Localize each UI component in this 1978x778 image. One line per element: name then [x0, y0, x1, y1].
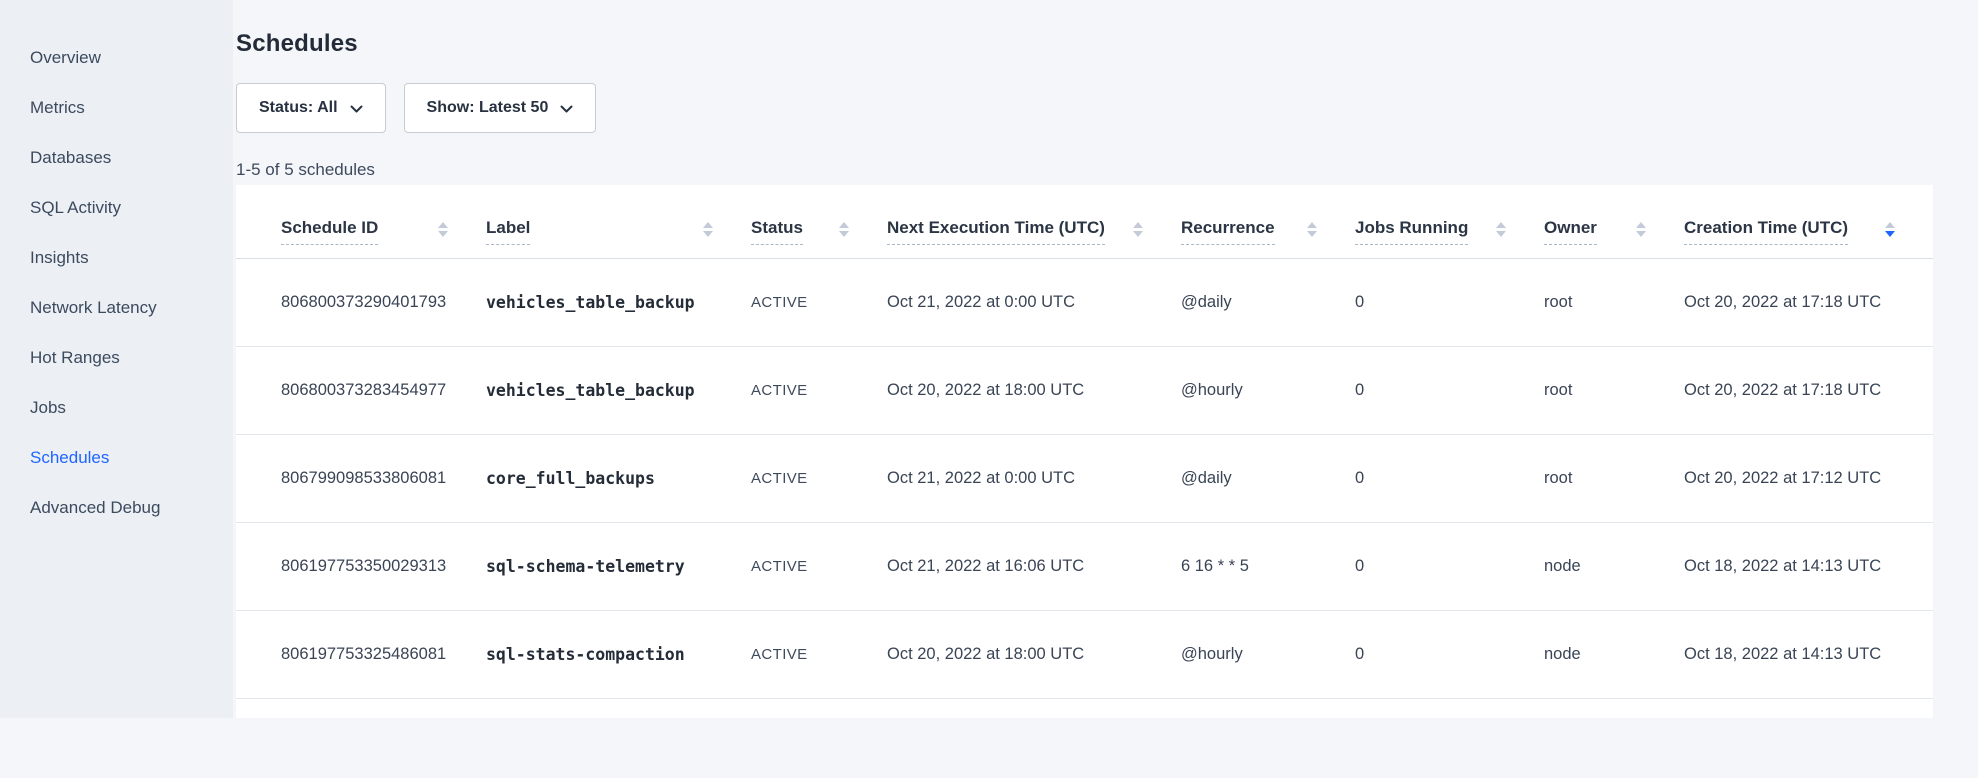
cell-status: ACTIVE — [751, 258, 887, 346]
table-row: 806197753350029313 sql-schema-telemetry … — [236, 522, 1933, 610]
cell-creation-time: Oct 20, 2022 at 17:12 UTC — [1684, 434, 1933, 522]
cell-schedule-id: 806799098533806081 — [236, 434, 486, 522]
sidebar-item-jobs[interactable]: Jobs — [0, 383, 233, 433]
cell-jobs-running: 0 — [1355, 258, 1544, 346]
status-filter-dropdown[interactable]: Status: All — [236, 83, 386, 133]
sort-icon[interactable] — [1636, 222, 1646, 245]
show-filter-dropdown[interactable]: Show: Latest 50 — [404, 83, 597, 133]
status-filter-label: Status: All — [259, 99, 338, 117]
sort-icon[interactable] — [1496, 222, 1506, 245]
sort-icon[interactable] — [703, 222, 713, 245]
column-header-status[interactable]: Status — [751, 185, 887, 258]
chevron-down-icon — [560, 100, 573, 118]
cell-next-execution: Oct 21, 2022 at 0:00 UTC — [887, 258, 1181, 346]
filter-bar: Status: All Show: Latest 50 — [236, 83, 596, 133]
table-row: 806800373290401793 vehicles_table_backup… — [236, 258, 1933, 346]
cell-schedule-id: 806197753325486081 — [236, 610, 486, 698]
cell-recurrence: @hourly — [1181, 610, 1355, 698]
sidebar-item-insights[interactable]: Insights — [0, 233, 233, 283]
cell-creation-time: Oct 18, 2022 at 14:13 UTC — [1684, 610, 1933, 698]
schedules-table-card: Schedule ID Label Status — [236, 185, 1933, 718]
sort-icon[interactable] — [438, 222, 448, 245]
cell-status: ACTIVE — [751, 610, 887, 698]
sidebar: Overview Metrics Databases SQL Activity … — [0, 0, 233, 718]
show-filter-label: Show: Latest 50 — [427, 99, 549, 117]
column-header-jobs-running[interactable]: Jobs Running — [1355, 185, 1544, 258]
sidebar-item-databases[interactable]: Databases — [0, 133, 233, 183]
sidebar-item-advanced-debug[interactable]: Advanced Debug — [0, 483, 233, 533]
page-title: Schedules — [236, 30, 1933, 58]
cell-next-execution: Oct 20, 2022 at 18:00 UTC — [887, 610, 1181, 698]
sidebar-item-network-latency[interactable]: Network Latency — [0, 283, 233, 333]
cell-label: vehicles_table_backup — [486, 258, 751, 346]
column-header-label[interactable]: Label — [486, 185, 751, 258]
cell-recurrence: @hourly — [1181, 346, 1355, 434]
cell-owner: root — [1544, 346, 1684, 434]
cell-label: vehicles_table_backup — [486, 346, 751, 434]
cell-next-execution: Oct 20, 2022 at 18:00 UTC — [887, 346, 1181, 434]
results-count: 1-5 of 5 schedules — [236, 160, 375, 180]
cell-next-execution: Oct 21, 2022 at 16:06 UTC — [887, 522, 1181, 610]
cell-status: ACTIVE — [751, 522, 887, 610]
cell-recurrence: @daily — [1181, 434, 1355, 522]
cell-label: sql-stats-compaction — [486, 610, 751, 698]
cell-jobs-running: 0 — [1355, 346, 1544, 434]
cell-owner: node — [1544, 610, 1684, 698]
table-row: 806197753325486081 sql-stats-compaction … — [236, 610, 1933, 698]
cell-owner: root — [1544, 258, 1684, 346]
cell-schedule-id: 806800373283454977 — [236, 346, 486, 434]
cell-jobs-running: 0 — [1355, 610, 1544, 698]
column-header-schedule-id[interactable]: Schedule ID — [236, 185, 486, 258]
sort-icon-active-desc[interactable] — [1885, 222, 1895, 245]
cell-schedule-id: 806197753350029313 — [236, 522, 486, 610]
sidebar-item-schedules[interactable]: Schedules — [0, 433, 233, 483]
cell-creation-time: Oct 18, 2022 at 14:13 UTC — [1684, 522, 1933, 610]
cell-recurrence: 6 16 * * 5 — [1181, 522, 1355, 610]
cell-jobs-running: 0 — [1355, 522, 1544, 610]
sort-icon[interactable] — [1307, 222, 1317, 245]
table-row: 806799098533806081 core_full_backups ACT… — [236, 434, 1933, 522]
cell-jobs-running: 0 — [1355, 434, 1544, 522]
table-header-row: Schedule ID Label Status — [236, 185, 1933, 258]
sort-icon[interactable] — [839, 222, 849, 245]
column-header-creation-time[interactable]: Creation Time (UTC) — [1684, 185, 1933, 258]
sidebar-nav: Overview Metrics Databases SQL Activity … — [0, 33, 233, 533]
column-header-owner[interactable]: Owner — [1544, 185, 1684, 258]
column-header-next-execution-time[interactable]: Next Execution Time (UTC) — [887, 185, 1181, 258]
cell-next-execution: Oct 21, 2022 at 0:00 UTC — [887, 434, 1181, 522]
cell-label: sql-schema-telemetry — [486, 522, 751, 610]
table-row: 806800373283454977 vehicles_table_backup… — [236, 346, 1933, 434]
cell-recurrence: @daily — [1181, 258, 1355, 346]
sidebar-item-overview[interactable]: Overview — [0, 33, 233, 83]
cell-status: ACTIVE — [751, 434, 887, 522]
cell-status: ACTIVE — [751, 346, 887, 434]
cell-creation-time: Oct 20, 2022 at 17:18 UTC — [1684, 346, 1933, 434]
sidebar-item-metrics[interactable]: Metrics — [0, 83, 233, 133]
cell-owner: node — [1544, 522, 1684, 610]
cell-schedule-id: 806800373290401793 — [236, 258, 486, 346]
chevron-down-icon — [350, 100, 363, 118]
main-content: Schedules Status: All Show: Latest 50 1-… — [236, 0, 1933, 58]
cell-creation-time: Oct 20, 2022 at 17:18 UTC — [1684, 258, 1933, 346]
cell-owner: root — [1544, 434, 1684, 522]
schedules-table: Schedule ID Label Status — [236, 185, 1933, 699]
sidebar-item-hot-ranges[interactable]: Hot Ranges — [0, 333, 233, 383]
cell-label: core_full_backups — [486, 434, 751, 522]
sort-icon[interactable] — [1133, 222, 1143, 245]
sidebar-item-sql-activity[interactable]: SQL Activity — [0, 183, 233, 233]
column-header-recurrence[interactable]: Recurrence — [1181, 185, 1355, 258]
